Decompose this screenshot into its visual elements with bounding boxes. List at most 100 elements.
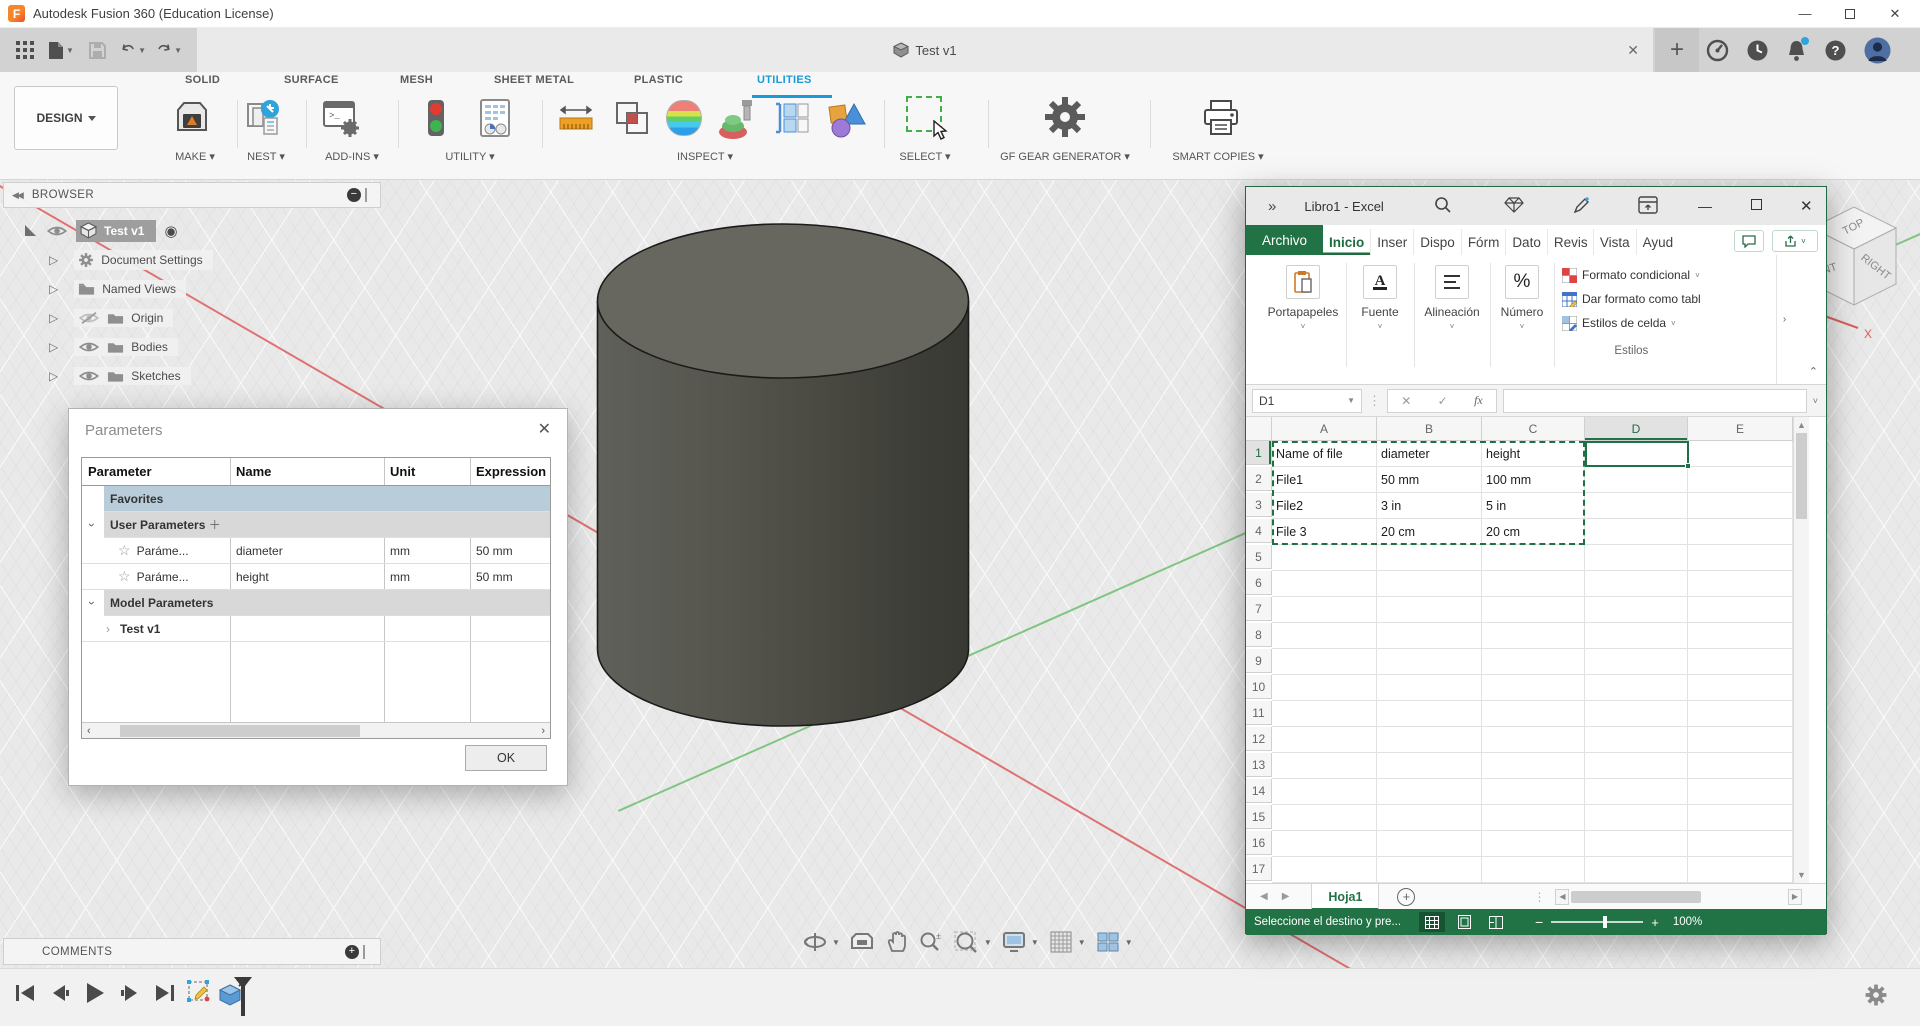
profile-avatar[interactable] (1864, 37, 1891, 69)
smart-copies-icon[interactable] (1200, 98, 1242, 143)
undo-icon[interactable]: ▼ (120, 37, 146, 63)
timeline-end-icon[interactable] (154, 983, 176, 1008)
excel-maximize-icon[interactable] (1751, 199, 1762, 213)
cell-A6[interactable] (1272, 571, 1377, 597)
root-node-label[interactable]: Test v1 (104, 224, 144, 238)
restore-button[interactable] (1835, 3, 1865, 25)
column-header-D[interactable]: D (1585, 417, 1688, 441)
cell-B5[interactable] (1377, 545, 1482, 571)
collapse-ribbon-icon[interactable]: ⌃ (1809, 365, 1818, 378)
dialog-close-icon[interactable]: ✕ (538, 419, 551, 439)
activate-radio-icon[interactable]: ◉ (164, 222, 177, 240)
cell-D16[interactable] (1585, 831, 1688, 857)
panel-minus-icon[interactable]: − (347, 188, 361, 202)
measure-icon[interactable] (556, 98, 596, 143)
row-header-5[interactable]: 5 (1246, 545, 1272, 569)
scrollbar-thumb[interactable] (120, 725, 360, 737)
extensions-icon[interactable] (1706, 39, 1729, 67)
comments-button[interactable] (1734, 230, 1764, 252)
scroll-left-icon[interactable]: ‹ (87, 725, 91, 737)
cell-E7[interactable] (1688, 597, 1793, 623)
row-header-2[interactable]: 2 (1246, 467, 1272, 491)
user-parameters-row[interactable]: User Parameters ＋ (104, 512, 550, 538)
expand-chevron-icon[interactable]: › (106, 622, 110, 636)
visibility-off-eye-icon[interactable] (78, 311, 100, 325)
cell-A17[interactable] (1272, 857, 1377, 883)
cell-D9[interactable] (1585, 649, 1688, 675)
timeline-marker[interactable] (232, 975, 254, 1024)
format-as-table-item[interactable]: Dar formato como tabl (1562, 287, 1701, 311)
vertical-scrollbar[interactable]: ▲ ▼ (1793, 417, 1809, 883)
spreadsheet-report-icon[interactable] (478, 98, 512, 143)
sheetbar-grip[interactable]: ⋮ (1533, 890, 1545, 904)
model-item-row[interactable]: ›Test v1 (82, 616, 550, 642)
tab-sheet-metal[interactable]: SHEET METAL (494, 74, 574, 86)
cell-B14[interactable] (1377, 779, 1482, 805)
column-header-B[interactable]: B (1377, 417, 1482, 441)
collapse-chevron-icon[interactable]: › (85, 597, 99, 609)
row-header-4[interactable]: 4 (1246, 519, 1272, 543)
document-tab[interactable]: Test v1 ✕ (197, 28, 1653, 72)
cell-A3[interactable]: File2 (1272, 493, 1377, 519)
timeline-sketch-feature[interactable] (186, 979, 212, 1010)
timeline-step-forward-icon[interactable] (120, 983, 140, 1008)
browser-item-origin[interactable]: ▷ Origin (3, 305, 381, 330)
dialog-h-scrollbar[interactable]: ‹ › (82, 722, 550, 738)
confirm-entry-icon[interactable]: ✓ (1438, 394, 1448, 408)
cell-E15[interactable] (1688, 805, 1793, 831)
cell-C5[interactable] (1482, 545, 1585, 571)
cell-C14[interactable] (1482, 779, 1585, 805)
hscroll-left-icon[interactable]: ◀ (1555, 889, 1569, 905)
gear-generator-icon[interactable] (1042, 94, 1088, 145)
browser-header[interactable]: ◀◀ BROWSER − (3, 182, 381, 208)
expand-arrow-icon[interactable]: ▷ (49, 340, 58, 354)
cell-E14[interactable] (1688, 779, 1793, 805)
cell-A5[interactable] (1272, 545, 1377, 571)
cell-A16[interactable] (1272, 831, 1377, 857)
cell-C1[interactable]: height (1482, 441, 1585, 467)
row-header-12[interactable]: 12 (1246, 727, 1272, 751)
name-box[interactable]: D1 ▼ (1252, 389, 1362, 413)
document-tab-close-icon[interactable]: ✕ (1627, 42, 1639, 59)
add-parameter-icon[interactable]: ＋ (209, 518, 221, 532)
tab-solid[interactable]: SOLID (185, 74, 220, 86)
normal-view-icon[interactable] (1419, 912, 1445, 932)
cancel-entry-icon[interactable]: ✕ (1401, 394, 1411, 408)
scroll-right-icon[interactable]: › (541, 725, 545, 737)
cell-E11[interactable] (1688, 701, 1793, 727)
cell-B9[interactable] (1377, 649, 1482, 675)
expand-arrow-icon[interactable]: ▷ (49, 282, 58, 296)
cell-D11[interactable] (1585, 701, 1688, 727)
timeline-play-icon[interactable] (84, 981, 106, 1010)
tab-ayuda[interactable]: Ayud (1637, 229, 1680, 255)
pan-icon[interactable] (884, 930, 908, 954)
cell-B2[interactable]: 50 mm (1377, 467, 1482, 493)
cell-C15[interactable] (1482, 805, 1585, 831)
section-analysis-icon[interactable] (772, 98, 812, 143)
panel-grip[interactable] (363, 945, 366, 959)
zoom-in-icon[interactable]: + (1651, 915, 1659, 930)
fill-handle[interactable] (1685, 463, 1691, 469)
tab-formulas[interactable]: Fórm (1462, 229, 1507, 255)
look-at-icon[interactable] (849, 931, 875, 953)
page-break-view-icon[interactable] (1483, 912, 1509, 932)
cell-A15[interactable] (1272, 805, 1377, 831)
row-header-16[interactable]: 16 (1246, 831, 1272, 855)
scrollbar-thumb[interactable] (1796, 433, 1807, 519)
minimize-button[interactable]: — (1790, 3, 1820, 25)
app-grid-icon[interactable] (12, 37, 38, 63)
cell-D5[interactable] (1585, 545, 1688, 571)
cell-B6[interactable] (1377, 571, 1482, 597)
add-comment-icon[interactable]: + (345, 945, 359, 959)
model-parameters-row[interactable]: Model Parameters (104, 590, 550, 616)
cell-A9[interactable] (1272, 649, 1377, 675)
browser-item-bodies[interactable]: ▷ Bodies (3, 334, 381, 359)
cell-B16[interactable] (1377, 831, 1482, 857)
cell-A13[interactable] (1272, 753, 1377, 779)
favorites-row[interactable]: Favorites (104, 486, 550, 512)
cell-C9[interactable] (1482, 649, 1585, 675)
cell-E17[interactable] (1688, 857, 1793, 883)
cell-C4[interactable]: 20 cm (1482, 519, 1585, 545)
excel-close-icon[interactable]: ✕ (1800, 197, 1813, 215)
parameter-row-diameter[interactable]: ☆Paráme... diameter mm 50 mm (82, 538, 550, 564)
